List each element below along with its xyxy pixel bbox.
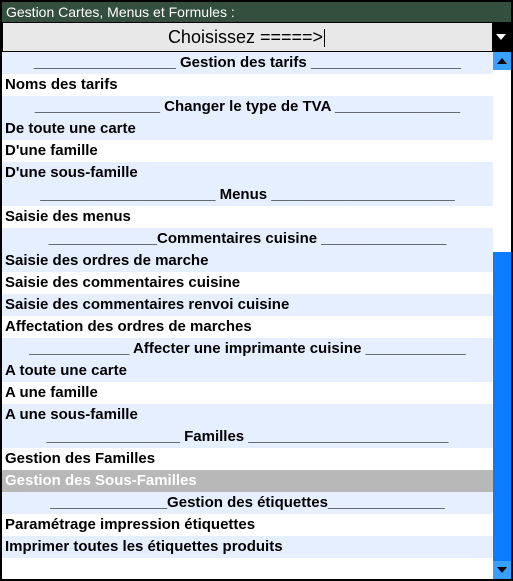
list-section-header: _______________ Changer le type de TVA _… [2, 96, 493, 118]
list-item[interactable]: A une famille [2, 382, 493, 404]
combo-box[interactable]: Choisissez =====> [2, 22, 511, 52]
list-section-header: _____________Commentaires cuisine ______… [2, 228, 493, 250]
list-item[interactable]: De toute une carte [2, 118, 493, 140]
scroll-track[interactable] [493, 70, 511, 561]
list-item[interactable]: Affectation des ordres de marches [2, 316, 493, 338]
combo-prompt: Choisissez =====> [3, 27, 510, 48]
list-item[interactable]: Saisie des ordres de marche [2, 250, 493, 272]
scroll-down-button[interactable] [493, 561, 511, 579]
combo-prompt-text: Choisissez =====> [168, 27, 323, 47]
window-title: Gestion Cartes, Menus et Formules : [2, 2, 511, 22]
list-item[interactable]: Saisie des commentaires cuisine [2, 272, 493, 294]
list-item[interactable]: A toute une carte [2, 360, 493, 382]
dropdown-list[interactable]: _________________ Gestion des tarifs ___… [2, 52, 493, 579]
list-item[interactable]: A une sous-famille [2, 404, 493, 426]
list-section-header: ____________ Affecter une imprimante cui… [2, 338, 493, 360]
list-item[interactable]: Gestion des Familles [2, 448, 493, 470]
list-section-header: _____________________ Menus ____________… [2, 184, 493, 206]
list-item[interactable]: D'une sous-famille [2, 162, 493, 184]
list-item[interactable]: Paramétrage impression étiquettes [2, 514, 493, 536]
text-cursor [324, 29, 325, 47]
list-item[interactable]: Saisie des menus [2, 206, 493, 228]
list-section-header: ______________Gestion des étiquettes____… [2, 492, 493, 514]
combo-dropdown-button[interactable] [492, 23, 510, 51]
scroll-thumb[interactable] [493, 252, 511, 561]
list-item[interactable]: Saisie des commentaires renvoi cuisine [2, 294, 493, 316]
window: Gestion Cartes, Menus et Formules : Choi… [0, 0, 513, 581]
list-section-header: _________________ Gestion des tarifs ___… [2, 52, 493, 74]
list-item-selected[interactable]: Gestion des Sous-Familles [2, 470, 493, 492]
scroll-up-button[interactable] [493, 52, 511, 70]
list-item[interactable]: Imprimer toutes les étiquettes produits [2, 536, 493, 558]
dropdown-list-area: _________________ Gestion des tarifs ___… [2, 52, 511, 579]
list-item[interactable]: D'une famille [2, 140, 493, 162]
list-item[interactable]: Noms des tarifs [2, 74, 493, 96]
list-section-header: ________________ Familles ______________… [2, 426, 493, 448]
scrollbar[interactable] [493, 52, 511, 579]
